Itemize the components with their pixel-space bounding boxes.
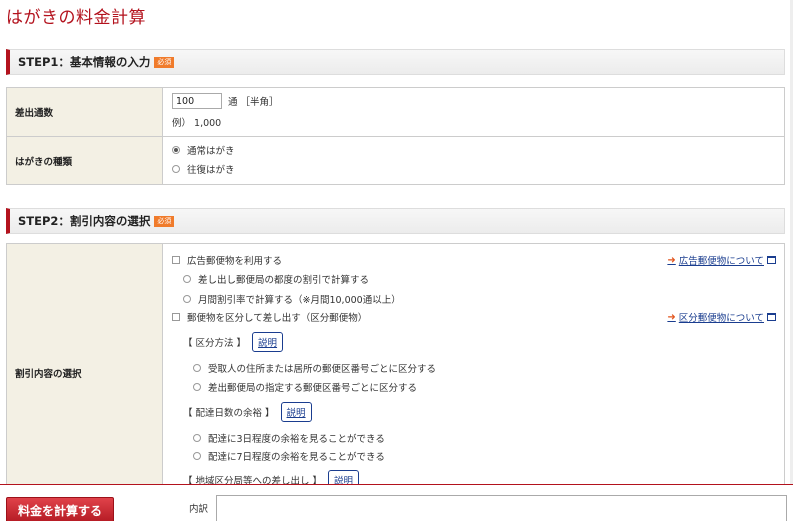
quantity-input[interactable]	[172, 93, 222, 109]
ad-option-per-post[interactable]: 差し出し郵便局の都度の割引で計算する	[183, 272, 369, 286]
postcard-type-row: はがきの種類 通常はがき 往復はがき	[7, 137, 784, 184]
sorted-mail-checkbox[interactable]	[172, 313, 180, 321]
sorted-mail-checkbox-label: 郵便物を区分して差し出す（区分郵便物）	[187, 313, 368, 324]
page-title: はがきの料金計算	[6, 8, 146, 28]
radio-button[interactable]	[193, 452, 201, 460]
radio-button[interactable]	[193, 364, 201, 372]
sort-method-explain-button[interactable]: 説明	[252, 332, 284, 352]
discount-cell: 広告郵便物を利用する ➜ 広告郵便物について 差し出し郵便局の都度の割引で計算す…	[163, 244, 784, 502]
delivery-days-option-7[interactable]: 配達に7日程度の余裕を見ることができる	[193, 449, 385, 463]
new-window-icon	[767, 256, 776, 264]
delivery-days-option-label: 配達に3日程度の余裕を見ることができる	[208, 434, 385, 445]
radio-button[interactable]	[193, 383, 201, 391]
arrow-right-icon: ➜	[667, 254, 676, 266]
sort-method-option-sender[interactable]: 差出郵便局の指定する郵便区番号ごとに区分する	[193, 380, 417, 394]
delivery-days-option-label: 配達に7日程度の余裕を見ることができる	[208, 452, 385, 463]
sort-method-option-recipient[interactable]: 受取人の住所または居所の郵便区番号ごとに区分する	[193, 361, 436, 375]
ad-mail-checkbox-label: 広告郵便物を利用する	[187, 256, 283, 267]
radio-button[interactable]	[193, 434, 201, 442]
postcard-type-option-label: 往復はがき	[187, 164, 235, 176]
detail-output[interactable]	[216, 495, 787, 521]
radio-button[interactable]	[172, 164, 180, 173]
quantity-row: 差出通数 通 ［半角］ 例） 1,000	[7, 88, 784, 137]
step2-title: STEP2：割引内容の選択	[18, 214, 151, 228]
arrow-right-icon: ➜	[667, 311, 676, 323]
ad-option-monthly[interactable]: 月間割引率で計算する（※月間10,000通以上）	[183, 292, 401, 306]
delivery-days-option-3[interactable]: 配達に3日程度の余裕を見ることができる	[193, 431, 385, 445]
ad-mail-checkbox-row[interactable]: 広告郵便物を利用する	[172, 253, 282, 267]
ad-mail-link[interactable]: ➜ 広告郵便物について	[667, 253, 776, 267]
calculate-button[interactable]: 料金を計算する	[6, 497, 114, 521]
sort-method-option-label: 受取人の住所または居所の郵便区番号ごとに区分する	[208, 364, 437, 375]
required-badge: 必須	[154, 56, 175, 68]
sorted-mail-link-text: 区分郵便物について	[678, 313, 764, 324]
discount-row: 割引内容の選択 広告郵便物を利用する ➜ 広告郵便物について 差し出し郵便局の都…	[7, 244, 784, 502]
step2-form: 割引内容の選択 広告郵便物を利用する ➜ 広告郵便物について 差し出し郵便局の都…	[6, 243, 785, 503]
new-window-icon	[767, 313, 776, 321]
step1-header: STEP1：基本情報の入力 必須	[6, 49, 785, 75]
step1-form: 差出通数 通 ［半角］ 例） 1,000 はがきの種類 通常はがき 往復はがき	[6, 87, 785, 185]
postcard-type-option-normal[interactable]: 通常はがき	[172, 140, 775, 159]
bottom-bar: 料金を計算する 内訳	[0, 484, 793, 521]
postcard-type-cell: 通常はがき 往復はがき	[163, 137, 784, 184]
radio-button[interactable]	[183, 275, 191, 283]
sort-method-heading: 【 区分方法 】 説明	[183, 332, 284, 352]
sorted-mail-checkbox-row[interactable]: 郵便物を区分して差し出す（区分郵便物）	[172, 310, 367, 324]
discount-label: 割引内容の選択	[7, 244, 163, 502]
ad-mail-link-text: 広告郵便物について	[678, 256, 764, 267]
radio-button[interactable]	[183, 295, 191, 303]
ad-option-label: 差し出し郵便局の都度の割引で計算する	[198, 275, 370, 286]
quantity-example: 例） 1,000	[172, 118, 222, 129]
quantity-unit: 通 ［半角］	[228, 97, 279, 108]
delivery-days-label: 【 配達日数の余裕 】	[183, 408, 275, 419]
sorted-mail-link[interactable]: ➜ 区分郵便物について	[667, 310, 776, 324]
postcard-type-option-reply[interactable]: 往復はがき	[172, 159, 775, 178]
radio-button[interactable]	[172, 145, 180, 154]
ad-option-label: 月間割引率で計算する（※月間10,000通以上）	[198, 295, 401, 306]
detail-label: 内訳	[189, 504, 209, 515]
step1-title: STEP1：基本情報の入力	[18, 55, 151, 69]
delivery-days-explain-button[interactable]: 説明	[280, 402, 312, 422]
quantity-label: 差出通数	[7, 88, 163, 136]
delivery-days-heading: 【 配達日数の余裕 】 説明	[183, 402, 312, 422]
required-badge: 必須	[154, 215, 175, 227]
sort-method-option-label: 差出郵便局の指定する郵便区番号ごとに区分する	[208, 383, 418, 394]
postcard-type-label: はがきの種類	[7, 137, 163, 184]
quantity-cell: 通 ［半角］ 例） 1,000	[163, 88, 784, 136]
sort-method-label: 【 区分方法 】	[183, 338, 247, 349]
ad-mail-checkbox[interactable]	[172, 256, 180, 264]
step2-header: STEP2：割引内容の選択 必須	[6, 208, 785, 234]
postcard-type-option-label: 通常はがき	[187, 145, 235, 157]
